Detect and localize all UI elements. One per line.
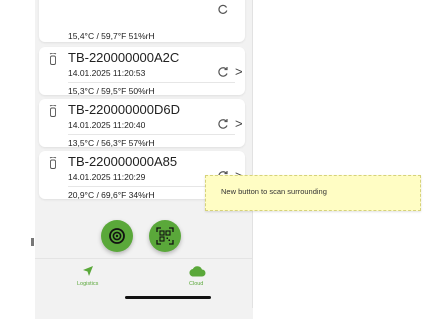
chevron-right-icon[interactable]: >: [235, 116, 243, 131]
device-card[interactable]: TB-220000000A2C 14.01.2025 11:20:53 15,3…: [39, 47, 245, 96]
home-indicator: [125, 296, 211, 299]
screen-edge: [252, 0, 253, 308]
device-timestamp: 14.01.2025 11:20:53: [68, 68, 146, 78]
sensor-tag-icon: [49, 53, 57, 65]
device-id: TB-220000000A2C: [68, 50, 180, 65]
refresh-icon[interactable]: [217, 3, 229, 15]
nav-label-logistics: Logistics: [77, 281, 99, 287]
sensor-tag-icon: [49, 105, 57, 117]
divider: [68, 82, 235, 83]
device-id: TB-220000000A85: [68, 154, 178, 169]
refresh-icon[interactable]: [217, 66, 229, 78]
device-id: TB-220000000D6D: [68, 102, 181, 117]
cloud-icon: [189, 266, 206, 277]
annotation-text: New button to scan surrounding: [221, 187, 327, 196]
chevron-right-icon[interactable]: >: [235, 64, 243, 79]
side-marker: [31, 238, 34, 246]
device-reading: 13,5°C / 56,3°F 57%rH: [68, 138, 155, 148]
device-card[interactable]: TB-220000000D6D 14.01.2025 11:20:40 13,5…: [39, 99, 245, 148]
nav-item-cloud[interactable]: Cloud: [181, 265, 215, 289]
nav-label-cloud: Cloud: [189, 281, 204, 287]
navigation-arrow-icon: [83, 266, 93, 276]
device-reading: 20,9°C / 69,6°F 34%rH: [68, 190, 155, 200]
nfc-scan-button[interactable]: [101, 220, 133, 252]
divider: [68, 134, 235, 135]
qr-code-scan-icon: [156, 227, 174, 245]
sensor-tag-icon: [49, 157, 57, 169]
refresh-icon[interactable]: [217, 118, 229, 130]
nfc-scan-icon: [109, 228, 125, 244]
qr-scan-button[interactable]: [149, 220, 181, 252]
device-reading: 15,3°C / 59,5°F 50%rH: [68, 86, 155, 96]
annotation-note: New button to scan surrounding: [205, 175, 421, 211]
app-screen: 15,4°C / 59,7°F 51%rH TB-220000000A2C 14…: [35, 0, 253, 319]
nav-item-logistics[interactable]: Logistics: [69, 265, 109, 289]
device-timestamp: 14.01.2025 11:20:40: [68, 120, 146, 130]
device-reading: 15,4°C / 59,7°F 51%rH: [68, 31, 155, 41]
bottom-nav: Logistics Cloud: [35, 258, 253, 309]
device-card[interactable]: 15,4°C / 59,7°F 51%rH: [39, 0, 245, 42]
device-timestamp: 14.01.2025 11:20:29: [68, 172, 146, 182]
